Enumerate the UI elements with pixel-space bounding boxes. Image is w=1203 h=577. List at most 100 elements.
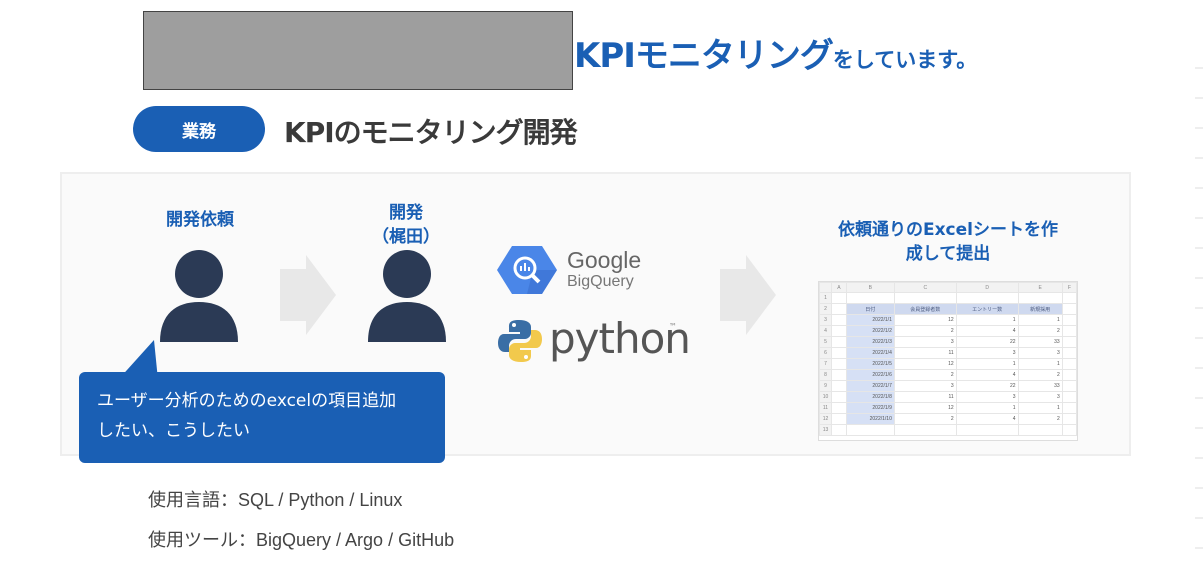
sheet-cell xyxy=(1061,391,1078,403)
sheet-date-cell: 2022/1/1 xyxy=(845,314,895,326)
sheet-date-cell: 2022/1/3 xyxy=(845,336,895,348)
sheet-row-number: 3 xyxy=(819,314,832,326)
bubble-line2: したい、こうしたい xyxy=(97,421,250,441)
sheet-value-cell: 4 xyxy=(955,369,1019,381)
flow-arrow-2-icon xyxy=(720,255,776,335)
sheet-value-cell: 2 xyxy=(1017,325,1063,337)
requester-person-icon xyxy=(160,250,238,342)
section-title: KPIのモニタリング開発 xyxy=(284,116,578,149)
sheet-value-cell: 1 xyxy=(955,402,1019,414)
sheet-column-header: A xyxy=(831,282,847,293)
sheet-row-number: 5 xyxy=(819,336,832,348)
sheet-date-cell: 2022/1/10 xyxy=(845,413,895,425)
sheet-value-cell: 3 xyxy=(955,347,1019,359)
sheet-data-row: 7 2022/1/5 12 1 1 xyxy=(819,358,1078,370)
sheet-column-header: C xyxy=(893,282,957,293)
sheet-row-number: 11 xyxy=(819,402,832,414)
sheet-column-header xyxy=(819,282,832,293)
sheet-value-cell: 3 xyxy=(893,380,957,392)
sheet-value-cell: 2 xyxy=(893,325,957,337)
sheet-value-cell: 11 xyxy=(893,391,957,403)
python-tm: ™ xyxy=(669,322,677,331)
sheet-data-row: 10 2022/1/8 11 3 3 xyxy=(819,391,1078,403)
sheet-row-number: 8 xyxy=(819,369,832,381)
sheet-row-number: 9 xyxy=(819,380,832,392)
sheet-data-row: 8 2022/1/6 2 4 2 xyxy=(819,369,1078,381)
sheet-row: 13 xyxy=(819,424,1078,436)
sheet-cell xyxy=(831,347,847,359)
sheet-value-cell: 3 xyxy=(1017,347,1063,359)
sheet-cell xyxy=(893,292,957,304)
sheet-value-cell: 12 xyxy=(893,314,957,326)
section-badge: 業務 xyxy=(133,106,265,152)
edge-dividers xyxy=(1195,67,1203,549)
sheet-row-number: 1 xyxy=(819,292,832,304)
sheet-row-number: 4 xyxy=(819,325,832,337)
sheet-data-row: 11 2022/1/9 12 1 1 xyxy=(819,402,1078,414)
sheet-cell xyxy=(1061,424,1078,436)
sheet-cell xyxy=(831,314,847,326)
sheet-date-cell: 2022/1/7 xyxy=(845,380,895,392)
sheet-cell xyxy=(1061,303,1078,315)
sheet-cell xyxy=(831,380,847,392)
step1-label: 開発依頼 xyxy=(166,210,234,230)
sheet-value-cell: 2 xyxy=(893,369,957,381)
sheet-cell xyxy=(1061,369,1078,381)
sheet-value-cell: 1 xyxy=(1017,314,1063,326)
sheet-date-cell: 2022/1/9 xyxy=(845,402,895,414)
sheet-cell xyxy=(845,292,895,304)
sheet-cell xyxy=(831,424,847,436)
sheet-cell xyxy=(1061,292,1078,304)
step2-label-line2: （梶田） xyxy=(372,227,440,247)
step2-label-line1: 開発 xyxy=(389,203,423,223)
sheet-column-header: F xyxy=(1061,282,1078,293)
sheet-data-row: 4 2022/1/2 2 4 2 xyxy=(819,325,1078,337)
sheet-value-cell: 4 xyxy=(955,413,1019,425)
developer-person-icon xyxy=(368,250,446,342)
sheet-cell xyxy=(1061,314,1078,326)
sheet-value-cell: 1 xyxy=(955,358,1019,370)
sheet-value-cell: 2 xyxy=(893,413,957,425)
sheet-cell xyxy=(1017,292,1063,304)
sheet-row-number: 13 xyxy=(819,424,832,436)
sheet-date-cell: 2022/1/8 xyxy=(845,391,895,403)
sheet-date-cell: 2022/1/2 xyxy=(845,325,895,337)
sheet-value-cell: 3 xyxy=(893,336,957,348)
sheet-cell xyxy=(845,424,895,436)
sheet-cell xyxy=(1061,325,1078,337)
headline-main: KPIモニタリング xyxy=(574,36,834,76)
sheet-value-cell: 1 xyxy=(1017,402,1063,414)
sheet-value-cell: 22 xyxy=(955,380,1019,392)
sheet-header-cell: 新規採用 xyxy=(1017,303,1063,315)
sheet-value-cell: 2 xyxy=(1017,413,1063,425)
sheet-cell xyxy=(831,391,847,403)
bigquery-text: BigQuery xyxy=(567,273,634,290)
sheet-cell xyxy=(1061,380,1078,392)
step2-label: 開発 （梶田） xyxy=(346,201,466,249)
sheet-cell xyxy=(1017,424,1063,436)
sheet-cell xyxy=(831,369,847,381)
sheet-row-number: 2 xyxy=(819,303,832,315)
redacted-block xyxy=(143,11,573,90)
sheet-data-row: 5 2022/1/3 3 22 33 xyxy=(819,336,1078,348)
sheet-row: 1 xyxy=(819,292,1078,304)
sheet-row-number: 6 xyxy=(819,347,832,359)
sheet-value-cell: 1 xyxy=(955,314,1019,326)
page-headline: KPIモニタリングをしています。 xyxy=(574,28,977,77)
sheet-row-number: 7 xyxy=(819,358,832,370)
python-logo-icon xyxy=(498,320,542,362)
sheet-data-row: 9 2022/1/7 3 22 33 xyxy=(819,380,1078,392)
sheet-cell xyxy=(955,424,1019,436)
sheet-cell xyxy=(831,292,847,304)
flow-arrow-1-icon xyxy=(280,255,336,335)
sheet-header-cell: 会員登録者数 xyxy=(893,303,957,315)
excel-sheet-thumbnail: A B C D E F 1 2 日付 会員登録者数 エントリー数 新規採用 3 2022/1/1 12 1 1 4… xyxy=(818,281,1078,441)
sheet-value-cell: 3 xyxy=(1017,391,1063,403)
sheet-cell xyxy=(831,402,847,414)
sheet-value-cell: 12 xyxy=(893,358,957,370)
headline-suffix: をしています。 xyxy=(832,48,978,72)
sheet-value-cell: 33 xyxy=(1017,336,1063,348)
step3-label-line2: 成して提出 xyxy=(905,244,991,264)
excel-table: A B C D E F 1 2 日付 会員登録者数 エントリー数 新規採用 3 2022/1/1 12 1 1 4… xyxy=(819,282,1078,436)
sheet-header-row: 2 日付 会員登録者数 エントリー数 新規採用 xyxy=(819,303,1078,315)
